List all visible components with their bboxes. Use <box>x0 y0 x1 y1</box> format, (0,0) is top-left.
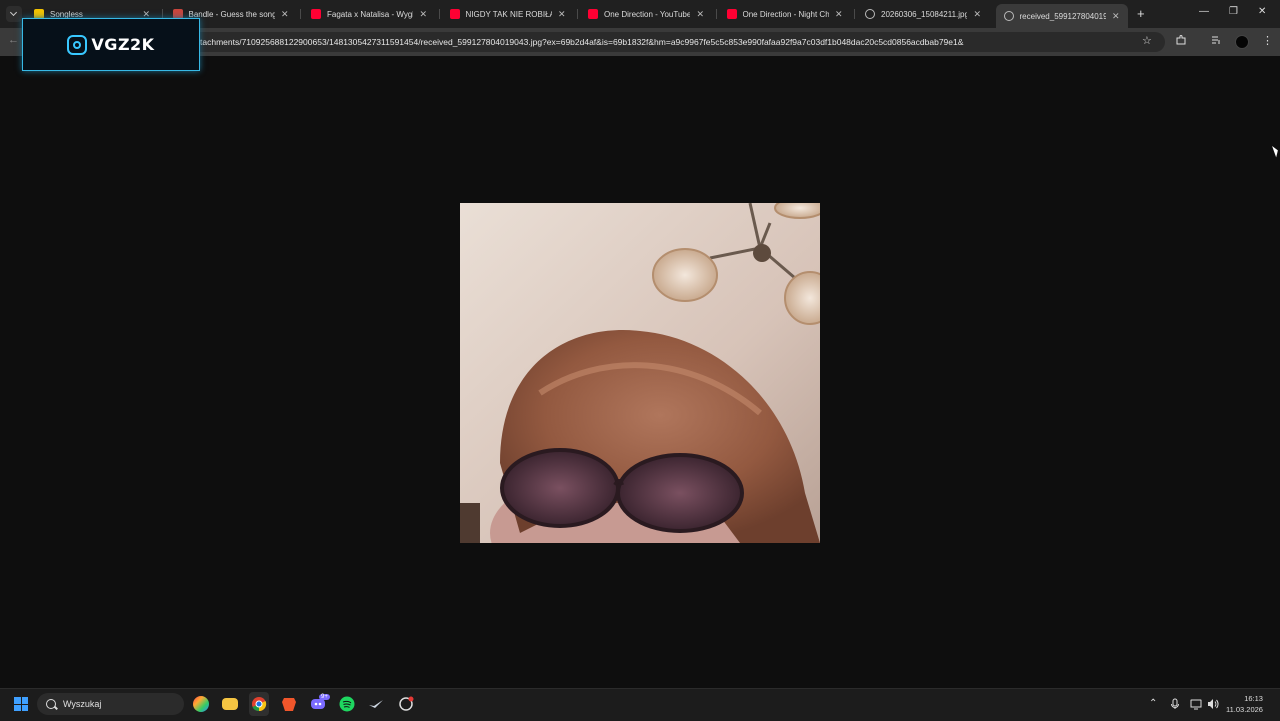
new-tab-button[interactable]: + <box>1137 6 1145 21</box>
tab-title: One Direction - Night Ch <box>742 9 829 19</box>
extensions-icon[interactable] <box>1176 35 1186 45</box>
volume-icon[interactable] <box>1207 698 1219 710</box>
windows-start-icon[interactable] <box>14 697 28 711</box>
back-icon[interactable]: ← <box>8 34 19 46</box>
address-bar-url[interactable]: tachments/710925688122900653/14813054273… <box>200 37 963 47</box>
steam-icon[interactable] <box>368 696 384 712</box>
close-window-icon[interactable]: ✕ <box>1258 6 1266 17</box>
viewed-photo[interactable] <box>460 203 820 543</box>
tab-title: Fagata x Natalisa - Wygląda <box>327 9 413 19</box>
camera-ring-icon <box>67 34 88 55</box>
taskbar <box>0 688 1280 721</box>
search-icon <box>46 699 56 709</box>
youtube-icon <box>588 9 598 19</box>
tab-close-icon[interactable]: ✕ <box>696 9 704 20</box>
discord-badge: 9+ <box>319 694 330 700</box>
network-icon[interactable] <box>1190 698 1202 710</box>
chrome-icon[interactable] <box>251 696 267 712</box>
browser-tab[interactable]: 20260306_15084211.jpg ✕ <box>857 4 989 24</box>
youtube-icon <box>311 9 321 19</box>
tab-separator <box>715 9 717 19</box>
tab-separator <box>438 9 440 19</box>
clock-time: 16:13 <box>1244 694 1263 703</box>
copilot-icon[interactable] <box>193 696 209 712</box>
browser-tab[interactable]: One Direction - Night Ch ✕ <box>719 4 851 24</box>
tab-close-icon[interactable]: ✕ <box>419 9 427 20</box>
tab-close-icon[interactable]: ✕ <box>973 9 981 20</box>
brave-icon[interactable] <box>281 696 297 712</box>
file-explorer-icon[interactable] <box>222 698 238 710</box>
browser-tab[interactable]: One Direction - YouTube ✕ <box>580 4 712 24</box>
tab-title: NIGDY TAK NIE ROBIŁAM <box>465 9 552 19</box>
youtube-icon <box>726 9 737 19</box>
tab-separator <box>577 9 578 19</box>
tab-title: received_59912780401904 <box>1019 11 1106 21</box>
logo-text: VGZ2K <box>91 35 155 54</box>
tab-title: Bandle - Guess the song. <box>188 9 275 19</box>
globe-icon <box>1003 11 1014 21</box>
clock-date: 11.03.2026 <box>1226 705 1263 714</box>
tray-overflow-chevron-icon[interactable]: ⌃ <box>1149 698 1157 709</box>
tab-title: 20260306_15084211.jpg <box>881 9 968 19</box>
tab-search-button[interactable] <box>6 6 22 22</box>
tab-separator <box>854 9 855 19</box>
minimize-icon[interactable]: — <box>1199 6 1209 17</box>
streamer-logo-overlay: VGZ2K <box>22 18 200 71</box>
taskbar-clock[interactable]: 16:13 11.03.2026 <box>1226 693 1263 715</box>
tab-close-icon[interactable]: ✕ <box>281 9 289 20</box>
tab-close-icon[interactable]: ✕ <box>558 9 566 20</box>
profile-avatar[interactable] <box>1235 35 1249 49</box>
globe-icon <box>865 9 875 19</box>
youtube-icon <box>449 9 460 19</box>
steelseries-icon[interactable] <box>398 696 414 712</box>
media-controls-icon[interactable] <box>1211 35 1221 45</box>
tab-close-icon[interactable]: ✕ <box>835 9 843 20</box>
spotify-icon[interactable] <box>339 696 355 712</box>
tab-close-icon[interactable]: ✕ <box>1112 11 1120 22</box>
taskbar-search[interactable]: Wyszukaj <box>37 693 184 715</box>
browser-tab[interactable]: Fagata x Natalisa - Wygląda ✕ <box>303 4 435 24</box>
browser-tab[interactable]: received_59912780401904 ✕ <box>995 4 1128 28</box>
taskbar-search-label: Wyszukaj <box>63 699 102 709</box>
tab-separator <box>300 9 301 19</box>
browser-menu-icon[interactable]: ⋮ <box>1262 34 1273 47</box>
microphone-icon[interactable] <box>1169 698 1181 710</box>
browser-tab[interactable]: NIGDY TAK NIE ROBIŁAM ✕ <box>442 4 574 24</box>
tab-title: One Direction - YouTube <box>604 9 691 19</box>
bookmark-star-icon[interactable]: ☆ <box>1142 34 1152 47</box>
restore-icon[interactable]: ❐ <box>1229 6 1238 17</box>
